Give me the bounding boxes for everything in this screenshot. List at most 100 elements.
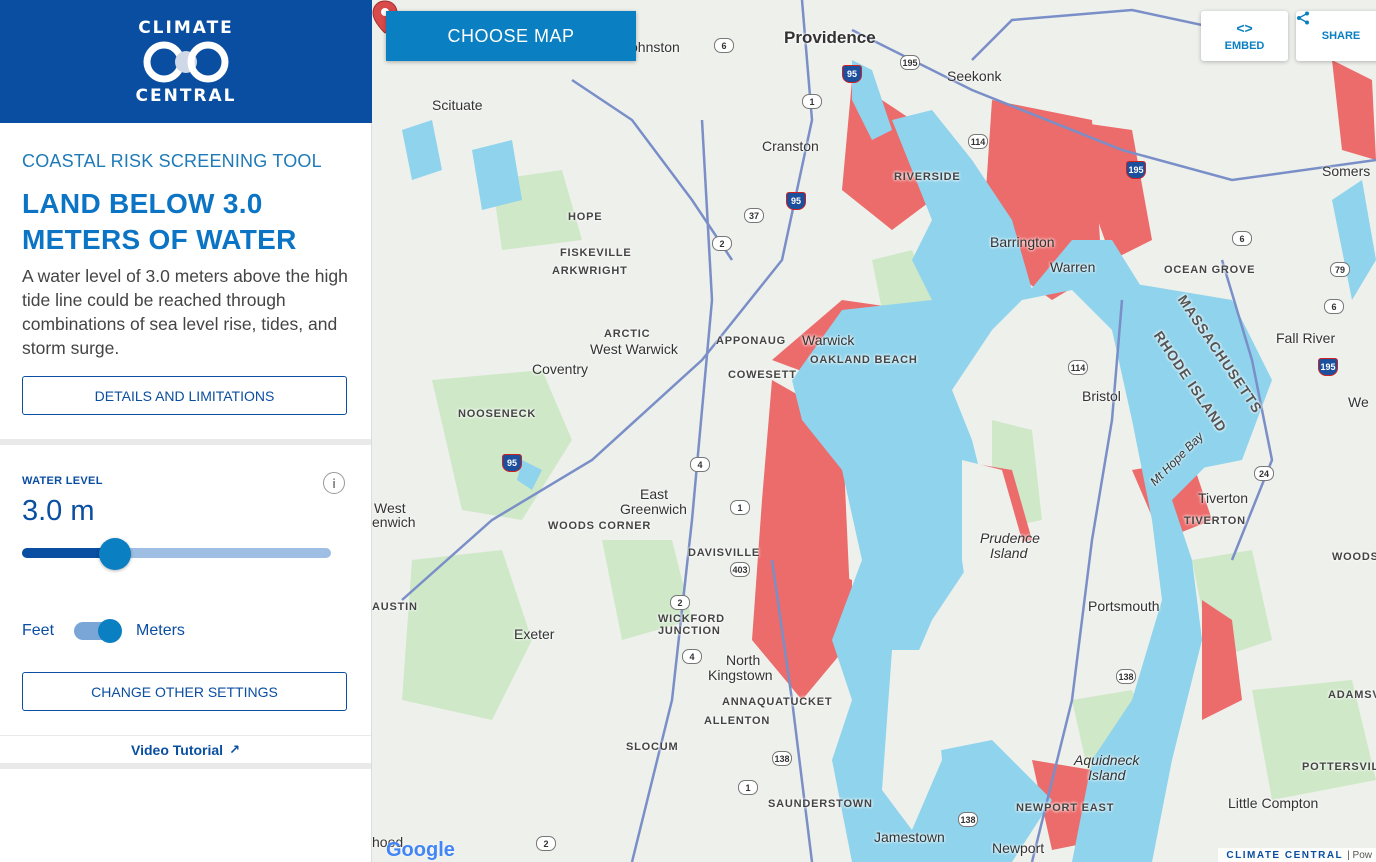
place-label: Tiverton bbox=[1198, 490, 1249, 506]
code-icon: <> bbox=[1236, 20, 1253, 36]
video-tutorial-label[interactable]: Video Tutorial bbox=[131, 742, 223, 758]
water-level-value: 3.0 m bbox=[22, 495, 95, 527]
interstate-shield: 95 bbox=[786, 192, 806, 210]
route-shield: 114 bbox=[968, 134, 988, 149]
climate-central-logo[interactable]: CLIMATE CENTRAL bbox=[0, 0, 372, 123]
info-icon[interactable]: i bbox=[323, 472, 345, 494]
place-label: Barrington bbox=[990, 234, 1055, 250]
place-label: Warren bbox=[1050, 259, 1096, 275]
reservoir bbox=[472, 140, 522, 210]
place-label: NEWPORT EAST bbox=[1016, 802, 1115, 814]
water-label: Prudence bbox=[980, 530, 1040, 546]
map-attribution[interactable]: CLIMATE CENTRAL | Pow bbox=[1218, 848, 1376, 862]
logo-word-top: CLIMATE bbox=[138, 17, 234, 38]
logo-word-bottom: CENTRAL bbox=[135, 85, 237, 106]
river bbox=[1332, 180, 1376, 300]
interstate-shield: 195 bbox=[1126, 161, 1146, 179]
water-level-panel: WATER LEVEL i 3.0 m Feet Meters CHANGE O… bbox=[0, 445, 371, 735]
intro-panel: COASTAL RISK SCREENING TOOL LAND BELOW 3… bbox=[0, 123, 371, 439]
choose-map-button[interactable]: CHOOSE MAP bbox=[386, 11, 636, 61]
external-link-icon: ↗ bbox=[229, 741, 240, 757]
place-label: Portsmouth bbox=[1088, 598, 1160, 614]
route-shield: 1 bbox=[738, 780, 758, 795]
logo-mark-icon bbox=[143, 41, 229, 82]
embed-button[interactable]: <> EMBED bbox=[1201, 11, 1288, 61]
park-area bbox=[432, 370, 572, 520]
attribution-brand: CLIMATE CENTRAL bbox=[1226, 849, 1344, 861]
place-label: Jamestown bbox=[874, 829, 945, 845]
water-label: Island bbox=[1088, 767, 1126, 783]
google-wordmark: Google bbox=[386, 839, 455, 861]
unit-toggle[interactable] bbox=[74, 619, 123, 643]
water-level-label: WATER LEVEL bbox=[22, 475, 103, 487]
place-label: OAKLAND BEACH bbox=[810, 354, 918, 366]
place-label: FISKEVILLE bbox=[560, 247, 632, 259]
tool-name: COASTAL RISK SCREENING TOOL bbox=[22, 151, 322, 171]
place-label: Fall River bbox=[1276, 330, 1336, 346]
route-shield: 79 bbox=[1330, 262, 1350, 277]
place-label: Little Compton bbox=[1228, 795, 1319, 811]
details-and-limitations-button[interactable]: DETAILS AND LIMITATIONS bbox=[22, 376, 347, 415]
route-shield: 6 bbox=[1232, 231, 1252, 246]
route-shield: 138 bbox=[958, 812, 978, 827]
google-logo: Google bbox=[386, 839, 455, 862]
route-shield: 37 bbox=[744, 208, 764, 223]
place-label: West Warwick bbox=[590, 341, 678, 357]
water-label: Aquidneck bbox=[1074, 752, 1140, 768]
route-shield: 24 bbox=[1254, 466, 1274, 481]
water-level-slider[interactable] bbox=[22, 538, 331, 570]
place-label: We bbox=[1348, 394, 1369, 410]
change-other-settings-button[interactable]: CHANGE OTHER SETTINGS bbox=[22, 672, 347, 711]
place-label: Exeter bbox=[514, 626, 555, 642]
route-shield: 6 bbox=[714, 38, 734, 53]
place-label: ohnston bbox=[630, 39, 680, 55]
route-shield: 4 bbox=[690, 457, 710, 472]
route-shield: 114 bbox=[1068, 360, 1088, 375]
place-label: APPONAUG bbox=[716, 335, 786, 347]
place-label: Coventry bbox=[532, 361, 589, 377]
share-button[interactable]: SHARE bbox=[1296, 11, 1376, 61]
route-shield: 1 bbox=[730, 500, 750, 515]
route-shield: 6 bbox=[1324, 299, 1344, 314]
route-shield: 403 bbox=[730, 562, 750, 577]
share-label: SHARE bbox=[1321, 30, 1361, 42]
unit-meters-label[interactable]: Meters bbox=[136, 622, 185, 640]
route-shield: 138 bbox=[772, 751, 792, 766]
sidebar: CLIMATE CENTRAL COASTAL RISK SCREENING T… bbox=[0, 0, 372, 862]
attribution-extra: | Pow bbox=[1347, 849, 1372, 861]
unit-feet-label[interactable]: Feet bbox=[22, 622, 54, 640]
place-label: Providence bbox=[784, 28, 876, 47]
route-shield: 195 bbox=[900, 55, 920, 70]
route-shield: 2 bbox=[712, 236, 732, 251]
route-shield: 138 bbox=[1116, 669, 1136, 684]
reservoir bbox=[402, 120, 442, 180]
route-shield: 1 bbox=[802, 94, 822, 109]
page-title: LAND BELOW 3.0 METERS OF WATER bbox=[22, 188, 297, 255]
share-icon bbox=[1297, 11, 1309, 25]
embed-label: EMBED bbox=[1224, 40, 1265, 52]
place-label: RIVERSIDE bbox=[894, 171, 961, 183]
place-label: WICKFORD bbox=[658, 613, 725, 625]
video-tutorial-link[interactable]: Video Tutorial ↗ bbox=[0, 735, 371, 769]
place-label: DAVISVILLE bbox=[688, 547, 760, 559]
place-label: NOOSENECK bbox=[458, 408, 537, 420]
place-label: COWESETT bbox=[728, 369, 797, 381]
slider-thumb[interactable] bbox=[99, 538, 131, 570]
route-shield: 2 bbox=[670, 595, 690, 610]
place-label: Scituate bbox=[432, 97, 483, 113]
place-label: WOODS bbox=[1332, 551, 1376, 563]
park-area bbox=[402, 550, 532, 720]
interstate-shield: 95 bbox=[842, 65, 862, 83]
place-label: Warwick bbox=[802, 332, 855, 348]
place-label: HOPE bbox=[568, 211, 603, 223]
map-canvas[interactable] bbox=[372, 0, 1376, 862]
map-view[interactable]: Providence ohnston Seekonk Scituate Cran… bbox=[372, 0, 1376, 862]
place-label: OCEAN GROVE bbox=[1164, 264, 1256, 276]
place-label: North bbox=[726, 652, 761, 668]
toggle-knob[interactable] bbox=[98, 619, 123, 643]
place-label: ANNAQUATUCKET bbox=[722, 696, 833, 708]
route-shield: 2 bbox=[536, 836, 556, 851]
place-label: Kingstown bbox=[708, 667, 773, 683]
flood-area bbox=[1332, 60, 1376, 160]
interstate-shield: 95 bbox=[502, 454, 522, 472]
